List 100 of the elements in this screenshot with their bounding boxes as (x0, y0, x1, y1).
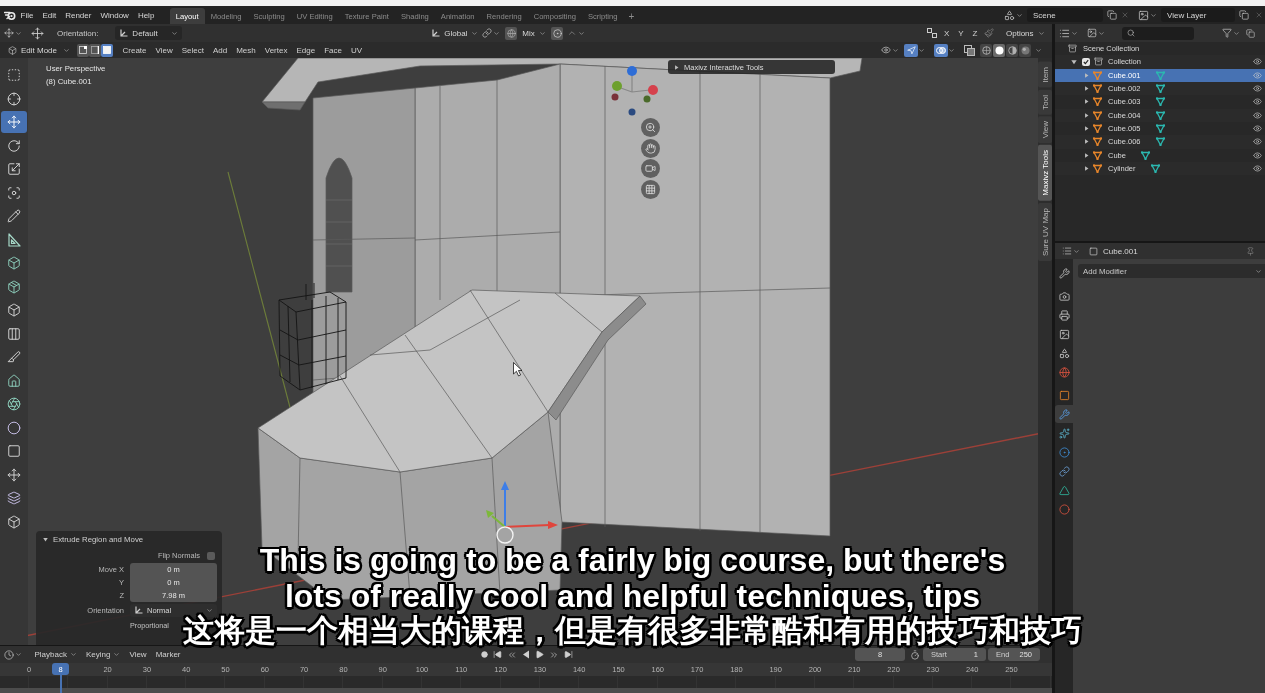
skip-back-icon[interactable] (493, 650, 503, 659)
link-icon[interactable] (482, 28, 493, 38)
copy-icon[interactable] (1107, 10, 1117, 20)
triangle-mesh-icon[interactable] (1155, 110, 1165, 120)
sidebar-tab[interactable]: Sure UV Map (1038, 203, 1052, 262)
sidebar-tab[interactable]: View (1038, 116, 1052, 144)
chevron-icon[interactable] (1233, 29, 1240, 37)
shapes-icon[interactable] (1004, 9, 1015, 21)
eye-icon[interactable] (1253, 137, 1262, 147)
menu-item[interactable]: Mesh (231, 43, 261, 57)
shaded-sphere-icon[interactable] (1019, 43, 1031, 57)
camera-icon[interactable] (641, 159, 660, 178)
menu-item[interactable]: Marker (151, 647, 186, 662)
chevron-icon[interactable] (918, 46, 925, 54)
chevron-icon[interactable] (471, 29, 479, 37)
sidebar-tab[interactable]: Tool (1038, 89, 1052, 115)
grid-icon[interactable] (641, 179, 660, 199)
axis-toggle[interactable]: Y (953, 26, 969, 40)
scene-field[interactable]: Scene (1027, 8, 1103, 22)
inverted-triangle-icon[interactable] (1093, 124, 1102, 134)
brush-icon[interactable] (984, 28, 994, 38)
eye-icon[interactable] (1253, 124, 1262, 134)
expand-arrow-icon[interactable] (1084, 99, 1089, 105)
chevron-icon[interactable] (63, 46, 70, 54)
clock-icon[interactable] (4, 649, 14, 660)
circle-dot-tile-icon[interactable] (551, 26, 564, 40)
chevron-icon[interactable] (493, 29, 501, 37)
menu-item[interactable]: Help (133, 7, 159, 23)
four-arrows-icon[interactable] (1, 111, 27, 133)
chevron-icon[interactable] (69, 651, 77, 658)
chevron-icon[interactable] (206, 607, 213, 614)
inverted-triangle-icon[interactable] (1093, 150, 1102, 160)
expand-arrow-icon[interactable] (1084, 112, 1089, 118)
eye-icon[interactable] (1253, 84, 1262, 94)
eye-icon[interactable] (1253, 150, 1262, 160)
inverted-triangle-icon[interactable] (1093, 97, 1102, 107)
view-layer-field[interactable]: View Layer (1161, 8, 1235, 22)
chevron-icon[interactable] (15, 651, 22, 658)
copy-icon[interactable] (1246, 28, 1255, 38)
orientation-dropdown[interactable]: Default (115, 26, 183, 40)
menu-item[interactable]: Playback (30, 647, 82, 662)
search-field[interactable] (1122, 26, 1194, 40)
expand-arrow-icon[interactable] (1084, 139, 1089, 145)
chevron-icon[interactable] (892, 46, 899, 54)
image-icon[interactable] (1087, 28, 1097, 38)
checkbox[interactable] (207, 551, 215, 560)
list-icon[interactable] (1059, 27, 1070, 39)
chevron-icon[interactable] (1037, 29, 1045, 37)
wire-sphere-icon[interactable] (980, 43, 992, 57)
globe-tile-icon[interactable] (505, 26, 518, 40)
chevron-icon[interactable] (171, 29, 179, 37)
chevron-icon[interactable] (1035, 46, 1042, 54)
navigation-arrow-icon[interactable] (904, 43, 918, 57)
list-icon[interactable] (1062, 246, 1072, 256)
chevron-icon[interactable] (1150, 11, 1157, 19)
skip-forward-icon[interactable] (564, 650, 574, 659)
menu-item[interactable]: Select (177, 43, 209, 57)
chevron-icon[interactable] (578, 29, 586, 37)
half-sphere-icon[interactable] (1006, 43, 1018, 57)
chevron-icon[interactable] (1016, 11, 1023, 19)
menu-item[interactable]: Edge (291, 43, 320, 57)
inverted-triangle-icon[interactable] (1093, 137, 1102, 147)
eye-icon[interactable] (1253, 164, 1262, 174)
expand-arrow-icon[interactable] (1084, 166, 1089, 172)
hand-icon[interactable] (641, 138, 660, 158)
linked-squares-icon[interactable] (927, 28, 938, 38)
zoom-icon[interactable] (641, 118, 660, 137)
chevron-icon[interactable] (1073, 247, 1080, 255)
stopwatch-icon[interactable] (910, 649, 920, 660)
expand-arrow-icon[interactable] (1084, 126, 1089, 132)
four-arrows-icon[interactable] (4, 28, 14, 38)
menu-item[interactable]: Edit (37, 7, 61, 23)
caret-icon[interactable] (43, 536, 48, 542)
chevron-icon[interactable] (538, 29, 546, 37)
scrollbar[interactable] (0, 688, 1052, 693)
menu-item[interactable]: File (16, 7, 38, 23)
transform-orientation-dropdown[interactable]: Global (427, 26, 480, 40)
eye-icon[interactable] (881, 45, 891, 55)
copy-icon[interactable] (1239, 10, 1249, 20)
add-workspace-button[interactable]: + (623, 8, 640, 24)
expand-arrow-icon[interactable] (1071, 59, 1077, 65)
search-icon[interactable] (1127, 29, 1135, 37)
expand-arrow-icon[interactable] (1084, 86, 1089, 92)
menu-item[interactable]: Add (208, 43, 232, 57)
inverted-triangle-icon[interactable] (1093, 110, 1102, 120)
edge-square-icon[interactable] (89, 43, 101, 57)
filter-icon[interactable] (1222, 28, 1232, 38)
image-icon[interactable] (1138, 9, 1149, 21)
chevron-icon[interactable] (1098, 29, 1105, 37)
archive-box-icon[interactable] (1068, 44, 1077, 54)
square-icon[interactable] (1089, 246, 1098, 256)
sidebar-tab[interactable]: Maxivz Tools (1038, 145, 1052, 202)
mode-dropdown[interactable]: Edit Mode (4, 43, 74, 57)
triangle-mesh-icon[interactable] (1140, 150, 1150, 160)
chevron-icon[interactable] (15, 29, 22, 37)
inverted-triangle-icon[interactable] (1093, 164, 1102, 174)
axes-icon[interactable] (119, 28, 129, 38)
mix-dropdown[interactable]: Mix (518, 26, 547, 40)
eye-icon[interactable] (1253, 110, 1262, 120)
caret-icon[interactable] (674, 64, 679, 70)
